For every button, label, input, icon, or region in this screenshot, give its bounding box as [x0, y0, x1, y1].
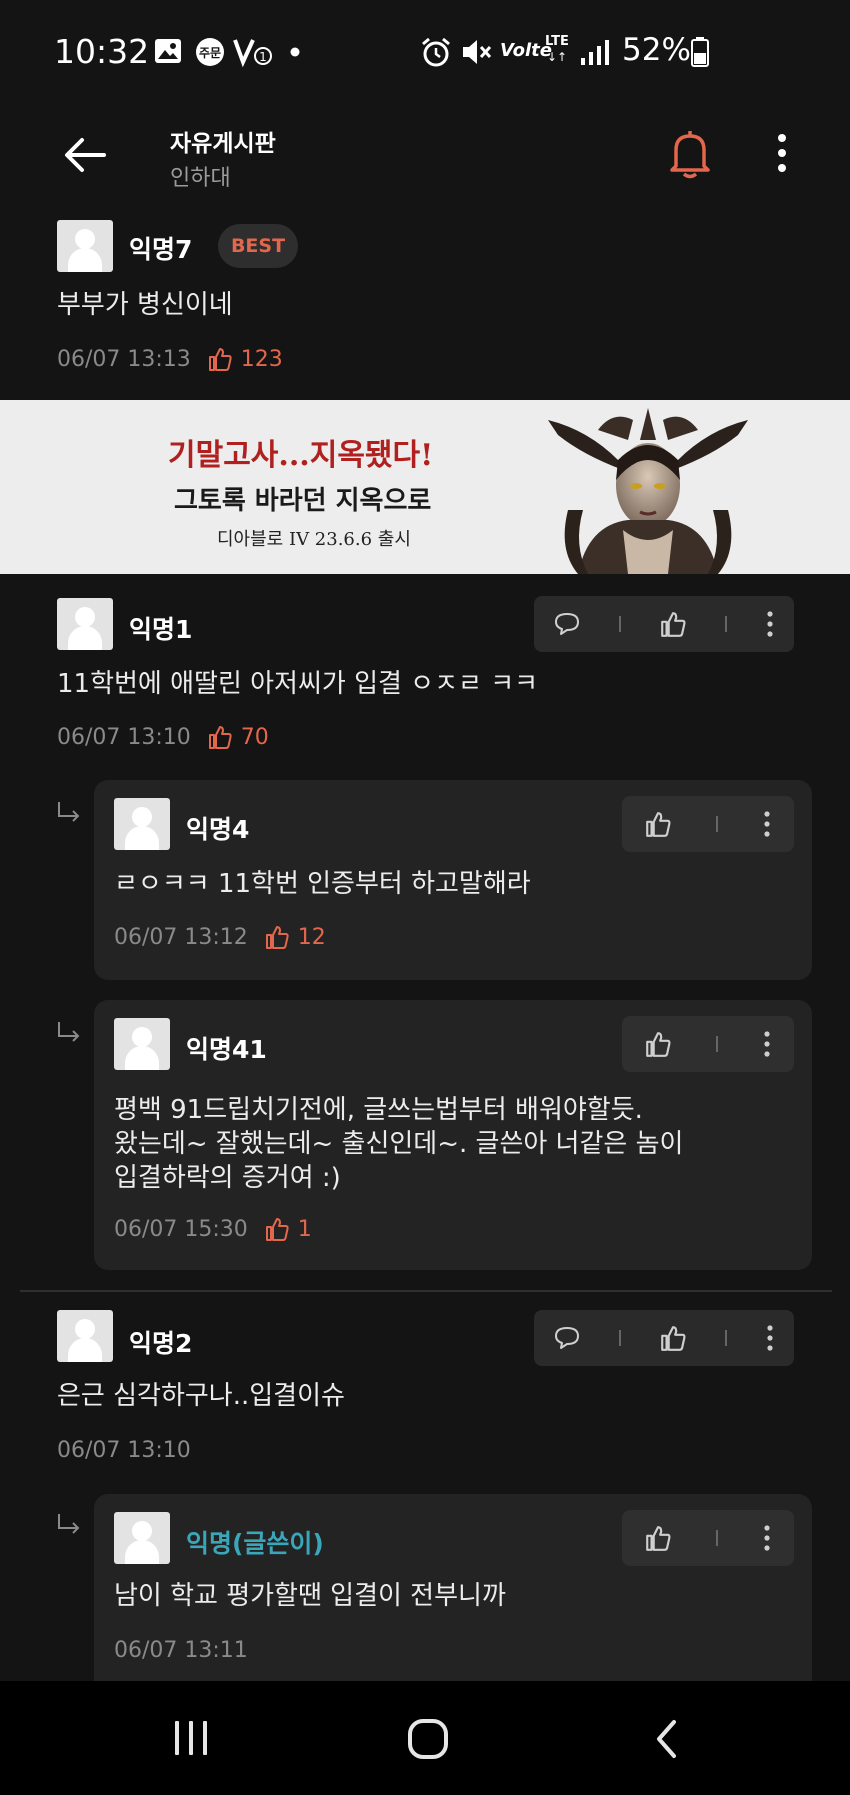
back-nav-icon[interactable]: [652, 1717, 682, 1761]
reply-date: 06/07 13:11: [114, 1638, 248, 1663]
avatar: [57, 1310, 113, 1362]
more-vertical-icon[interactable]: [765, 1324, 775, 1352]
bell-icon[interactable]: [666, 128, 714, 180]
avatar: [57, 598, 113, 650]
ad-banner[interactable]: 기말고사...지옥됐다! 그토록 바라던 지옥으로 디아블로 IV 23.6.6…: [0, 400, 850, 574]
page-title: 자유게시판: [170, 131, 276, 157]
battery-icon: [691, 37, 709, 67]
reply-actions: [622, 1510, 794, 1566]
order-badge-icon: 주문: [196, 38, 224, 66]
reply-author-op: 익명(글쓴이): [186, 1529, 324, 1558]
home-icon[interactable]: [406, 1717, 450, 1761]
thumbs-up-icon[interactable]: [644, 1030, 672, 1058]
reply-author: 익명41: [186, 1035, 267, 1064]
reply-meta: 06/07 15:30 1: [114, 1216, 312, 1242]
reply-date: 06/07 15:30: [114, 1216, 248, 1242]
recent-apps-icon[interactable]: [170, 1717, 212, 1759]
more-vertical-icon[interactable]: [762, 810, 772, 838]
system-navigation-bar: [0, 1681, 850, 1795]
reply-meta: 06/07 13:11: [114, 1638, 248, 1663]
status-bar: 10:32 주문 1 Volte LTE ↓↑ 52%: [0, 0, 850, 110]
comment-actions: [534, 596, 794, 652]
thumbs-up-icon: [265, 1218, 289, 1241]
more-vertical-icon[interactable]: [770, 130, 794, 180]
ad-headline: 기말고사...지옥됐다!: [168, 438, 434, 473]
comment-divider: [20, 1290, 832, 1292]
comment-meta: 06/07 13:10 70: [57, 724, 269, 750]
like-count: 123: [207, 346, 283, 372]
more-vertical-icon[interactable]: [762, 1524, 772, 1552]
comment-author: 익명1: [129, 615, 193, 644]
ad-subheadline: 그토록 바라던 지옥으로: [174, 486, 432, 516]
comment-author: 익명7: [129, 235, 193, 264]
alarm-icon: [422, 37, 450, 67]
signal-icon: [581, 40, 609, 65]
best-badge: BEST: [218, 224, 298, 268]
lte-indicator: LTE ↓↑: [545, 34, 569, 64]
comment-author: 익명2: [129, 1329, 193, 1358]
reply-actions: [622, 796, 794, 852]
comment-date: 06/07 13:10: [57, 1438, 191, 1463]
reply-meta: 06/07 13:12 12: [114, 924, 326, 950]
reply-text: ㄹㅇㅋㅋ 11학번 인증부터 하고말해라: [114, 869, 531, 899]
gallery-icon: [155, 39, 181, 63]
comment-actions: [534, 1310, 794, 1366]
ad-character-image: [548, 408, 748, 574]
comment-date: 06/07 13:10: [57, 724, 191, 750]
page-subtitle: 인하대: [170, 166, 231, 191]
like-count: 12: [264, 924, 326, 950]
thumbs-up-icon: [265, 926, 289, 949]
avatar: [114, 1512, 170, 1564]
comment-date: 06/07 13:13: [57, 346, 191, 372]
svg-text:1: 1: [259, 50, 267, 64]
more-vertical-icon[interactable]: [762, 1030, 772, 1058]
comment-meta: 06/07 13:13 123: [57, 346, 283, 372]
thumbs-up-icon[interactable]: [659, 1324, 687, 1352]
mute-icon: [463, 40, 492, 64]
ad-release-info: 디아블로 IV 23.6.6 출시: [217, 529, 411, 550]
reply-card: 익명41 평백 91드립치기전에, 글쓰는법부터 배워야할듯. 왔는데~ 잘했는…: [94, 1000, 812, 1270]
comment-text: 은근 심각하구나..입결이슈: [57, 1381, 345, 1411]
avatar: [57, 220, 113, 272]
thumbs-up-icon: [208, 726, 232, 749]
like-count: 70: [207, 724, 269, 750]
thumbs-up-icon: [208, 348, 232, 371]
thumbs-up-icon[interactable]: [644, 810, 672, 838]
reply-arrow-icon: [58, 802, 80, 822]
notification-app-icon: 1: [233, 39, 272, 68]
dot-icon: [290, 47, 300, 57]
reply-author: 익명4: [186, 815, 250, 844]
comment-text: 부부가 병신이네: [57, 290, 233, 320]
svg-text:주문: 주문: [199, 46, 221, 60]
reply-actions: [622, 1016, 794, 1072]
reply-card: 익명4 ㄹㅇㅋㅋ 11학번 인증부터 하고말해라 06/07 13:12 12: [94, 780, 812, 980]
reply-card: 익명(글쓴이) 남이 학교 평가할땐 입결이 전부니까 06/07 13:11: [94, 1494, 812, 1694]
comment-icon[interactable]: [553, 1325, 581, 1351]
reply-text: 남이 학교 평가할땐 입결이 전부니까: [114, 1581, 506, 1611]
reply-text-line: 입결하락의 증거여 :): [114, 1163, 341, 1193]
comment-text: 11학번에 애딸린 아저씨가 입결 ㅇㅈㄹ ㅋㅋ: [57, 669, 539, 699]
more-vertical-icon[interactable]: [765, 610, 775, 638]
comment-icon[interactable]: [553, 611, 581, 637]
like-count: 1: [264, 1216, 312, 1242]
avatar: [114, 798, 170, 850]
comment-meta: 06/07 13:10: [57, 1438, 191, 1463]
reply-date: 06/07 13:12: [114, 924, 248, 950]
thumbs-up-icon[interactable]: [659, 610, 687, 638]
status-time: 10:32: [54, 32, 150, 71]
battery-percent: 52%: [622, 32, 691, 68]
thumbs-up-icon[interactable]: [644, 1524, 672, 1552]
avatar: [114, 1018, 170, 1070]
reply-arrow-icon: [58, 1022, 80, 1042]
back-arrow-icon[interactable]: [60, 130, 110, 180]
reply-arrow-icon: [58, 1514, 80, 1534]
